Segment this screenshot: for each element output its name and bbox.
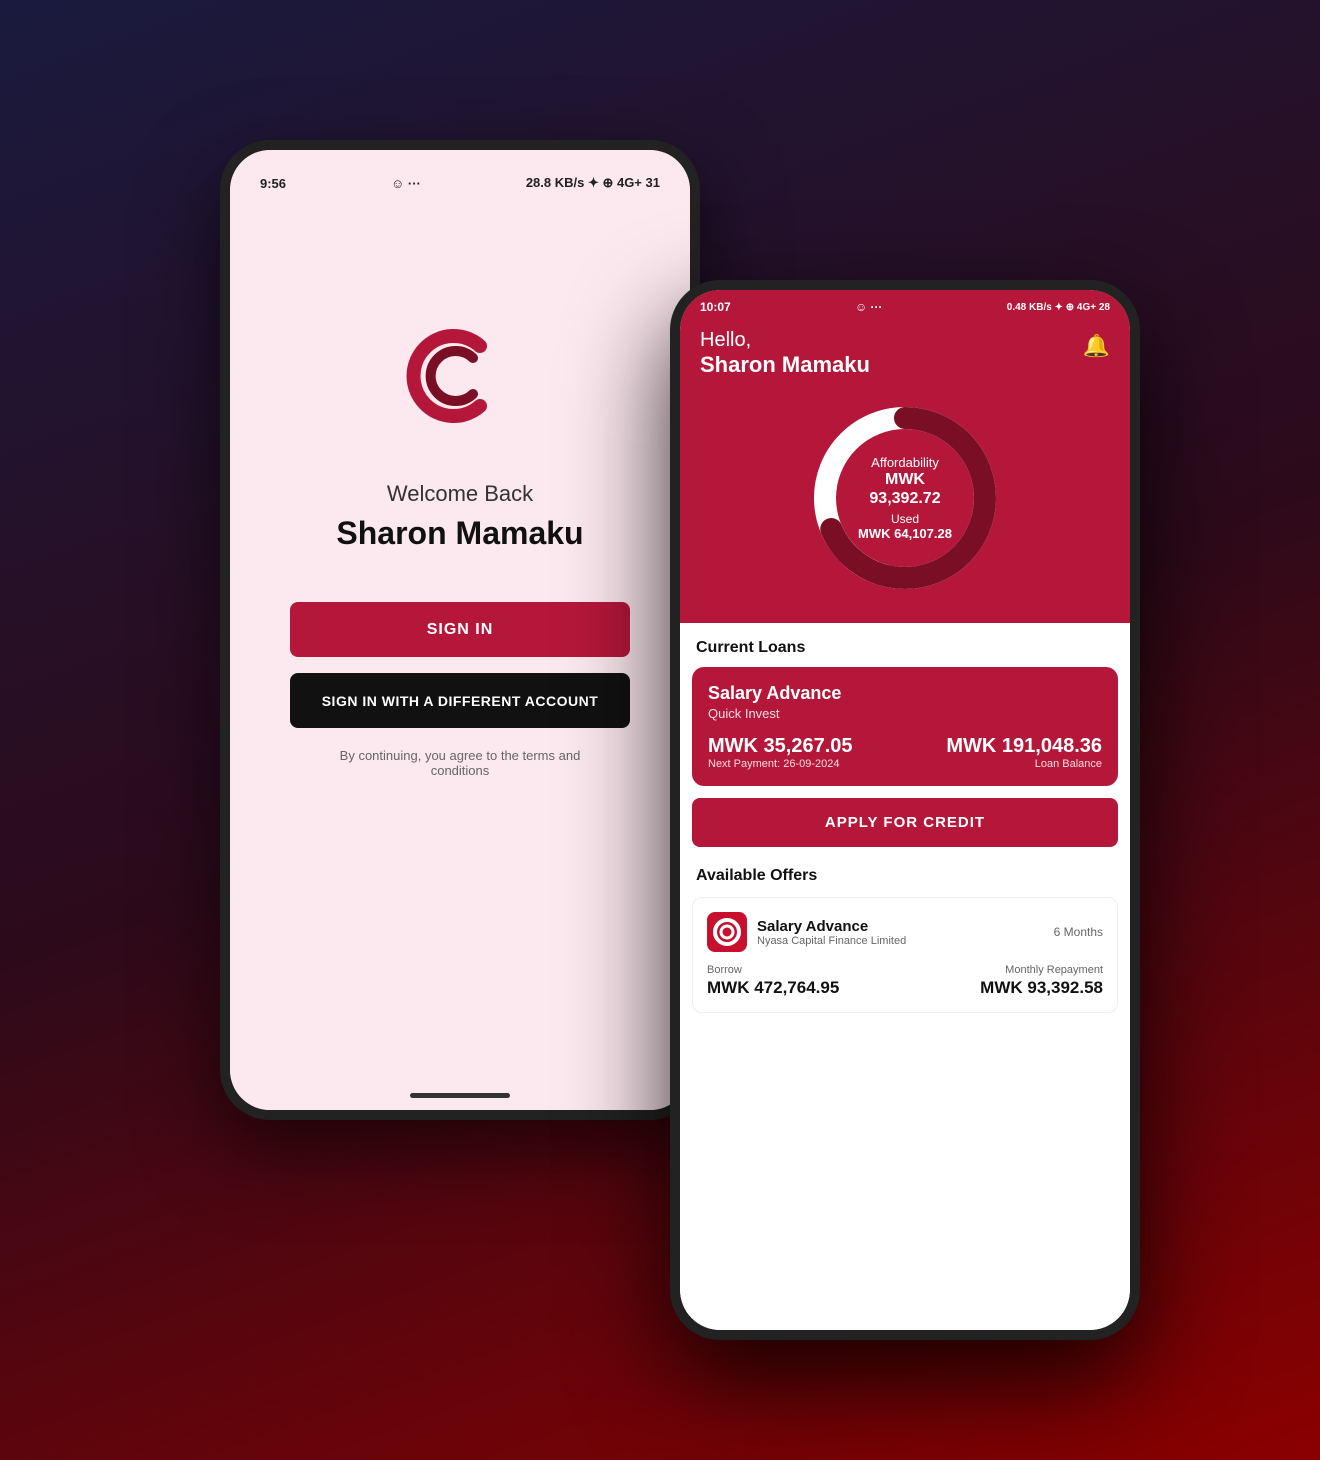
dashboard-user-name: Sharon Mamaku (700, 352, 870, 378)
available-offers-heading: Available Offers (680, 859, 1130, 897)
phone-1-status-right: 28.8 KB/s ✦ ⊕ 4G+ 31 (526, 175, 660, 191)
used-amount: MWK 64,107.28 (855, 526, 955, 541)
donut-wrapper: Affordability MWK 93,392.72 Used MWK 64,… (805, 398, 1005, 598)
affordability-label: Affordability (855, 455, 955, 470)
app-logo (400, 316, 520, 441)
loan-title: Salary Advance (708, 683, 1102, 704)
affordability-donut: Affordability MWK 93,392.72 Used MWK 64,… (680, 378, 1130, 623)
greeting-section: Hello, Sharon Mamaku 🔔 (680, 319, 1130, 378)
offer-company: Nyasa Capital Finance Limited (757, 935, 906, 947)
phone-1-device: 9:56 ☺ ··· 28.8 KB/s ✦ ⊕ 4G+ 31 Welcome … (220, 140, 700, 1120)
offer-borrow-section: Borrow MWK 472,764.95 (707, 964, 839, 998)
terms-text: By continuing, you agree to the terms an… (310, 748, 610, 778)
notification-bell-icon[interactable]: 🔔 (1083, 333, 1110, 359)
loan-left: MWK 35,267.05 Next Payment: 26-09-2024 (708, 735, 853, 770)
affordability-amount: MWK 93,392.72 (855, 470, 955, 508)
next-payment-date: Next Payment: 26-09-2024 (708, 758, 853, 770)
login-user-name: Sharon Mamaku (336, 515, 583, 552)
offer-card: Salary Advance Nyasa Capital Finance Lim… (692, 897, 1118, 1013)
dashboard-bottom-section: Current Loans Salary Advance Quick Inves… (680, 623, 1130, 1330)
loan-right: MWK 191,048.36 Loan Balance (946, 735, 1102, 770)
borrow-label: Borrow (707, 964, 839, 976)
offer-months: 6 Months (1054, 925, 1103, 939)
offer-repayment-section: Monthly Repayment MWK 93,392.58 (980, 964, 1103, 998)
phone-1-time: 9:56 (260, 176, 286, 191)
loan-balance-label: Loan Balance (946, 758, 1102, 770)
phone-2-time: 10:07 (700, 300, 731, 314)
offer-header: Salary Advance Nyasa Capital Finance Lim… (707, 912, 1103, 952)
repayment-label: Monthly Repayment (980, 964, 1103, 976)
offer-logo (707, 912, 747, 952)
loan-subtitle: Quick Invest (708, 706, 1102, 721)
current-loans-heading: Current Loans (680, 623, 1130, 667)
apply-for-credit-button[interactable]: APPLY FOR CREDIT (692, 798, 1118, 847)
next-payment-amount: MWK 35,267.05 (708, 735, 853, 758)
offer-logo-title: Salary Advance Nyasa Capital Finance Lim… (707, 912, 906, 952)
sign-in-different-button[interactable]: SIGN IN WITH A DIFFERENT ACCOUNT (290, 673, 630, 728)
phone-1-status-icons: ☺ ··· (391, 176, 421, 191)
offer-title-block: Salary Advance Nyasa Capital Finance Lim… (757, 918, 906, 947)
offer-amounts: Borrow MWK 472,764.95 Monthly Repayment … (707, 964, 1103, 998)
phone-2-status-right: 0.48 KB/s ✦ ⊕ 4G+ 28 (1007, 302, 1110, 313)
loan-amounts: MWK 35,267.05 Next Payment: 26-09-2024 M… (708, 735, 1102, 770)
borrow-amount: MWK 472,764.95 (707, 978, 839, 998)
dashboard-top-section: 10:07 ☺ ··· 0.48 KB/s ✦ ⊕ 4G+ 28 Hello, … (680, 290, 1130, 623)
donut-center-text: Affordability MWK 93,392.72 Used MWK 64,… (855, 455, 955, 541)
greeting-text: Hello, Sharon Mamaku (700, 329, 870, 378)
loan-card: Salary Advance Quick Invest MWK 35,267.0… (692, 667, 1118, 786)
phone-2-status-bar: 10:07 ☺ ··· 0.48 KB/s ✦ ⊕ 4G+ 28 (680, 290, 1130, 319)
sign-in-button[interactable]: SIGN IN (290, 602, 630, 657)
loan-balance-amount: MWK 191,048.36 (946, 735, 1102, 758)
home-indicator (410, 1093, 510, 1098)
used-label: Used (855, 512, 955, 526)
offer-title: Salary Advance (757, 918, 906, 935)
phone-2-device: 10:07 ☺ ··· 0.48 KB/s ✦ ⊕ 4G+ 28 Hello, … (670, 280, 1140, 1340)
hello-label: Hello, (700, 329, 870, 352)
welcome-text: Welcome Back (387, 481, 533, 507)
repayment-amount: MWK 93,392.58 (980, 978, 1103, 998)
phone-2-status-icons: ☺ ··· (855, 300, 883, 314)
phone-1-status-bar: 9:56 ☺ ··· 28.8 KB/s ✦ ⊕ 4G+ 31 (250, 170, 670, 196)
